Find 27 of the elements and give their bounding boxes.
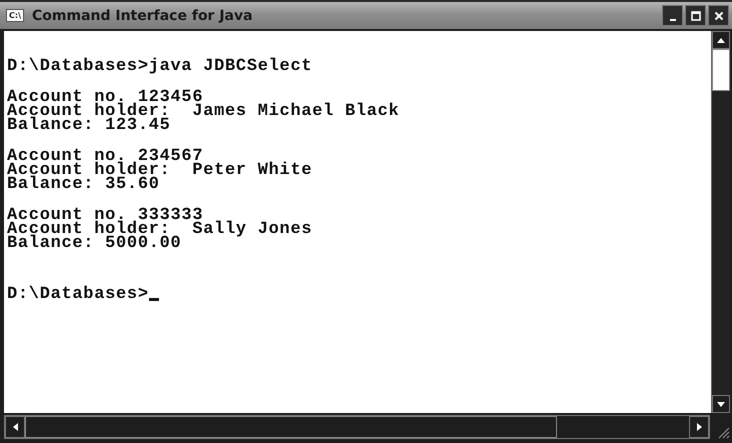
text-cursor bbox=[148, 298, 159, 301]
left-arrow-icon bbox=[12, 423, 18, 431]
window-title: Command Interface for Java bbox=[32, 8, 254, 24]
horizontal-scrollbar[interactable] bbox=[4, 415, 710, 439]
maximize-button[interactable] bbox=[685, 5, 706, 26]
console-line: D:\Databases>java JDBCSelect bbox=[7, 60, 314, 74]
scroll-thumb[interactable] bbox=[712, 49, 730, 91]
close-icon bbox=[714, 10, 724, 20]
down-arrow-icon bbox=[717, 402, 725, 406]
console-app-icon: C:\ bbox=[6, 9, 24, 22]
up-arrow-icon bbox=[717, 38, 725, 42]
maximize-icon bbox=[690, 10, 700, 20]
console-line: Balance: 35.60 bbox=[7, 178, 161, 192]
scroll-left-button[interactable] bbox=[5, 416, 25, 438]
console-line: Balance: 123.45 bbox=[7, 119, 172, 133]
right-arrow-icon bbox=[696, 423, 702, 431]
vertical-scrollbar[interactable] bbox=[711, 31, 730, 413]
console-line: Balance: 5000.00 bbox=[7, 237, 182, 251]
scroll-down-button[interactable] bbox=[712, 395, 730, 413]
console-prompt: D:\Databases> bbox=[7, 288, 149, 302]
scroll-up-button[interactable] bbox=[712, 31, 730, 49]
minimize-button[interactable] bbox=[662, 5, 683, 26]
horizontal-scroll-thumb[interactable] bbox=[25, 416, 557, 438]
resize-grip-icon[interactable] bbox=[716, 425, 730, 439]
close-button[interactable] bbox=[708, 5, 729, 26]
scroll-right-button[interactable] bbox=[689, 416, 709, 438]
minimize-icon bbox=[670, 18, 676, 20]
